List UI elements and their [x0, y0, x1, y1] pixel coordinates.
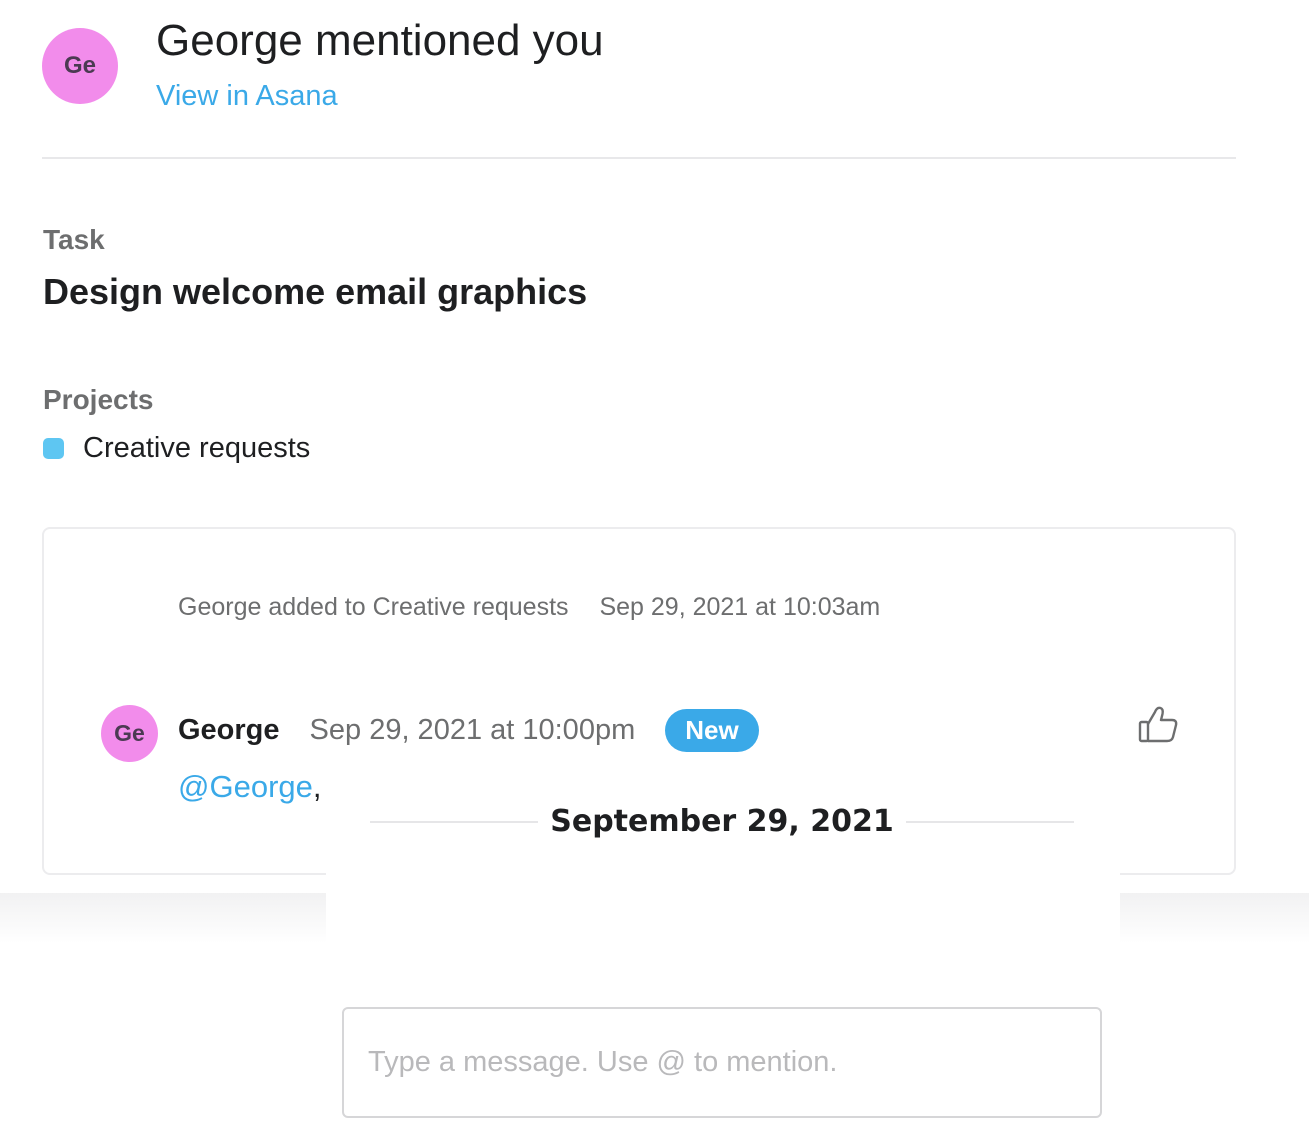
mention-link[interactable]: @George — [178, 769, 313, 804]
notification-page: Ge George mentioned you View in Asana Ta… — [0, 0, 1309, 1134]
message-input[interactable] — [342, 1007, 1102, 1118]
story-timestamp: Sep 29, 2021 at 10:03am — [599, 593, 881, 621]
task-label: Task — [43, 224, 105, 255]
comment-body: @George, — [178, 769, 322, 805]
sender-avatar: Ge — [42, 28, 118, 104]
task-name[interactable]: Design welcome email graphics — [43, 271, 587, 313]
chat-panel: September 29, 2021 — [326, 756, 1120, 1134]
activity-story: George added to Creative requests Sep 29… — [178, 593, 880, 622]
story-text: George added to Creative requests — [178, 593, 569, 621]
new-badge: New — [665, 709, 759, 752]
project-color-dot — [43, 438, 64, 459]
comment-header: George Sep 29, 2021 at 10:00pm New — [178, 709, 759, 752]
comment-timestamp: Sep 29, 2021 at 10:00pm — [309, 714, 636, 746]
separator-line-left — [370, 820, 539, 823]
date-separator-label: September 29, 2021 — [550, 804, 894, 839]
notification-title: George mentioned you — [156, 16, 604, 65]
projects-label: Projects — [43, 384, 154, 415]
comment-text: , — [312, 769, 322, 804]
view-in-asana-link[interactable]: View in Asana — [156, 80, 338, 113]
header-divider — [42, 157, 1236, 159]
date-separator: September 29, 2021 — [370, 804, 1074, 839]
comment-author: George — [178, 714, 280, 746]
comment-author-avatar: Ge — [101, 705, 158, 762]
separator-line-right — [905, 820, 1074, 823]
project-item[interactable]: Creative requests — [43, 432, 310, 465]
thumbs-up-icon[interactable] — [1137, 703, 1181, 747]
project-name: Creative requests — [83, 432, 311, 464]
